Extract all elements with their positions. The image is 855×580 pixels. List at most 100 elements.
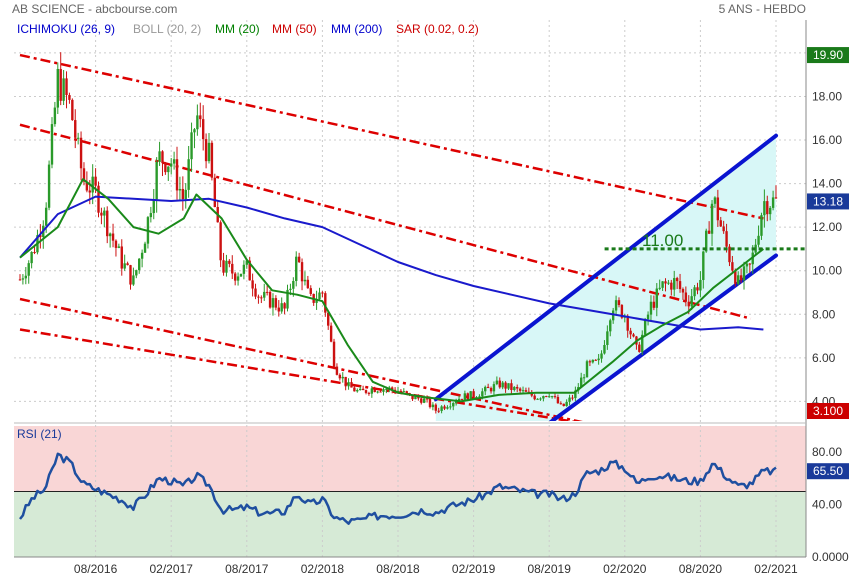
candle-body	[670, 282, 673, 290]
y-tick-label: 12.00	[812, 220, 842, 234]
candle-body	[376, 391, 379, 393]
candle-body	[582, 377, 586, 379]
candle-body	[486, 386, 490, 389]
candle-body	[152, 199, 155, 214]
candle-body	[289, 288, 292, 290]
candle-body	[774, 197, 778, 199]
candle-body	[257, 296, 260, 298]
x-tick-label: 08/2018	[376, 562, 420, 576]
candle-body	[321, 292, 324, 294]
candle-body	[265, 291, 269, 293]
candle-body	[440, 406, 443, 411]
candle-body	[268, 291, 272, 308]
candle-body	[507, 383, 510, 389]
candle-body	[495, 380, 499, 385]
candle-body	[626, 315, 629, 331]
candle-body	[53, 107, 57, 125]
candle-body	[553, 396, 557, 398]
rsi-value-label: 65.50	[813, 464, 843, 478]
candle-body	[428, 398, 432, 408]
candle-body	[661, 281, 664, 288]
indicator-sar: SAR (0.02, 0.2)	[396, 22, 479, 36]
y-tick-label: 14.00	[812, 177, 842, 191]
candle-body	[283, 303, 286, 309]
candle-body	[504, 382, 507, 389]
candle-body	[609, 320, 612, 332]
candle-body	[510, 383, 513, 390]
candle-body	[27, 263, 30, 276]
candle-body	[361, 388, 365, 391]
candle-body	[318, 292, 321, 300]
candle-body	[329, 325, 333, 342]
candle-body	[617, 300, 621, 305]
price-tag-label: 13.18	[813, 194, 843, 208]
candle-body	[292, 280, 295, 289]
candle-body	[344, 376, 347, 387]
candle-body	[149, 213, 153, 218]
candle-body	[353, 387, 356, 392]
candle-body	[422, 398, 426, 403]
candle-body	[739, 275, 743, 281]
candle-body	[108, 233, 112, 237]
candle-body	[516, 387, 519, 389]
candle-body	[207, 142, 211, 162]
candle-body	[239, 273, 243, 277]
candle-body	[696, 287, 699, 291]
candle-body	[123, 263, 126, 269]
candle-body	[548, 396, 551, 398]
candle-body	[771, 197, 775, 208]
candle-body	[675, 278, 679, 282]
candle-body	[690, 296, 693, 307]
candle-body	[175, 159, 179, 191]
candle-body	[399, 390, 403, 393]
candle-body	[460, 398, 464, 400]
candle-body	[228, 260, 231, 264]
candle-body	[21, 278, 25, 280]
candle-body	[492, 384, 496, 392]
candle-body	[533, 395, 536, 400]
candle-body	[364, 390, 368, 393]
candle-body	[231, 263, 234, 274]
candle-body	[594, 359, 597, 361]
candle-body	[539, 398, 542, 400]
candle-body	[437, 410, 440, 412]
candle-body	[379, 391, 382, 393]
x-tick-label: 02/2017	[150, 562, 194, 576]
rsi-tick-label: 0.0000	[812, 550, 849, 564]
candle-body	[484, 386, 487, 392]
candle-body	[713, 197, 717, 204]
candle-body	[181, 188, 185, 200]
candle-body	[111, 233, 115, 241]
candle-body	[673, 278, 676, 290]
candle-body	[702, 251, 705, 280]
candle-body	[65, 78, 68, 96]
candle-body	[646, 314, 650, 320]
chart-title: AB SCIENCE - abcbourse.com	[12, 2, 177, 16]
candle-body	[655, 288, 658, 308]
candle-body	[56, 68, 59, 108]
candle-body	[489, 388, 493, 392]
candle-body	[768, 207, 772, 215]
candle-body	[30, 251, 33, 264]
candle-body	[76, 137, 80, 139]
candle-body	[463, 393, 467, 400]
candle-body	[300, 262, 304, 282]
candle-body	[135, 270, 138, 276]
candle-body	[370, 388, 374, 394]
x-tick-label: 02/2020	[603, 562, 647, 576]
candle-body	[24, 275, 28, 279]
candle-body	[204, 139, 208, 162]
candle-body	[606, 331, 609, 345]
candle-body	[62, 78, 65, 101]
candle-body	[585, 361, 589, 378]
candle-body	[68, 95, 71, 100]
candle-body	[138, 258, 141, 271]
candle-body	[763, 201, 766, 216]
candle-body	[728, 246, 731, 263]
candle-body	[196, 115, 199, 130]
candle-body	[722, 226, 725, 232]
candle-body	[277, 307, 280, 312]
candle-body	[452, 403, 455, 407]
candle-body	[303, 279, 307, 282]
candle-body	[155, 161, 158, 200]
